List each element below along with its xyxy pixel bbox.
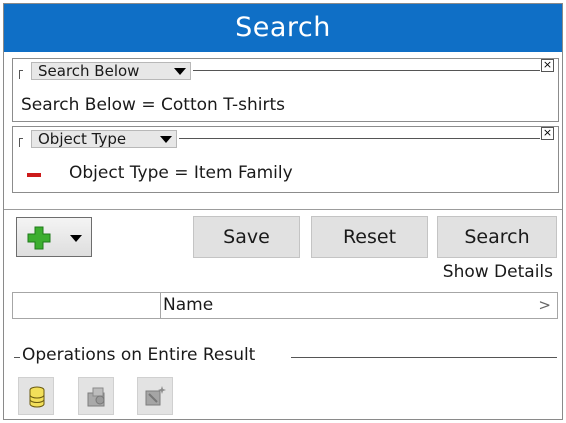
search-panel: Search Search Below × Search Below = Cot… (3, 3, 563, 420)
search-below-dropdown[interactable]: Search Below (31, 62, 191, 80)
dropdown-label: Search Below (38, 62, 140, 80)
results-table-header: Name > (12, 292, 558, 319)
green-plus-icon (27, 226, 51, 250)
object-type-dropdown[interactable]: Object Type (31, 130, 177, 148)
show-details-link[interactable]: Show Details (443, 262, 553, 282)
add-criterion-button[interactable] (16, 217, 92, 257)
close-icon[interactable]: × (541, 127, 554, 140)
criterion-text: Object Type = Item Family (69, 163, 293, 183)
column-separator[interactable] (160, 293, 161, 318)
criterion-text: Search Below = Cotton T-shirts (21, 95, 286, 115)
chevron-right-icon[interactable]: > (538, 296, 551, 314)
group-icon (87, 387, 105, 407)
panel-title: Search (4, 4, 562, 52)
divider (4, 209, 562, 210)
criterion-object-type: Object Type × Object Type = Item Family (12, 126, 559, 193)
remove-value-icon[interactable] (27, 173, 41, 177)
chevron-down-icon (174, 68, 186, 75)
search-button[interactable]: Search (437, 216, 557, 258)
dropdown-label: Object Type (38, 130, 127, 148)
operations-label: Operations on Entire Result (22, 345, 256, 365)
group-operation-button[interactable] (78, 377, 114, 415)
chevron-down-icon (70, 235, 82, 242)
wand-icon (145, 386, 166, 406)
database-icon (29, 386, 45, 408)
database-operation-button[interactable] (18, 377, 54, 415)
reset-button[interactable]: Reset (311, 216, 428, 258)
column-header-name[interactable]: Name (163, 295, 213, 315)
criterion-search-below: Search Below × Search Below = Cotton T-s… (12, 58, 559, 122)
close-icon[interactable]: × (541, 59, 554, 72)
chevron-down-icon (160, 136, 172, 143)
wand-operation-button[interactable] (137, 377, 173, 415)
save-button[interactable]: Save (193, 216, 300, 258)
